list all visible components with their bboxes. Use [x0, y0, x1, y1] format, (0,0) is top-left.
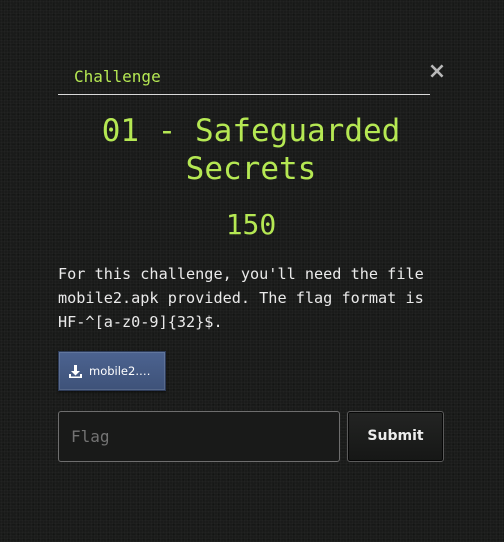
close-button[interactable]: ×: [427, 60, 447, 84]
challenge-value: 150: [225, 208, 277, 241]
tab-underline: [58, 94, 430, 95]
download-file-button[interactable]: mobile2.apk: [58, 351, 166, 391]
file-name: mobile2.apk: [89, 364, 157, 378]
challenge-description: For this challenge, you'll need the file…: [58, 265, 424, 331]
tab-challenge[interactable]: Challenge: [74, 67, 161, 87]
flag-input[interactable]: [58, 411, 340, 462]
download-icon: [68, 364, 83, 379]
challenge-title: 01 - Safeguarded Secrets: [101, 113, 401, 187]
challenge-modal: Challenge × 01 - Safeguarded Secrets 150…: [0, 0, 504, 542]
submit-button[interactable]: Submit: [347, 411, 444, 462]
